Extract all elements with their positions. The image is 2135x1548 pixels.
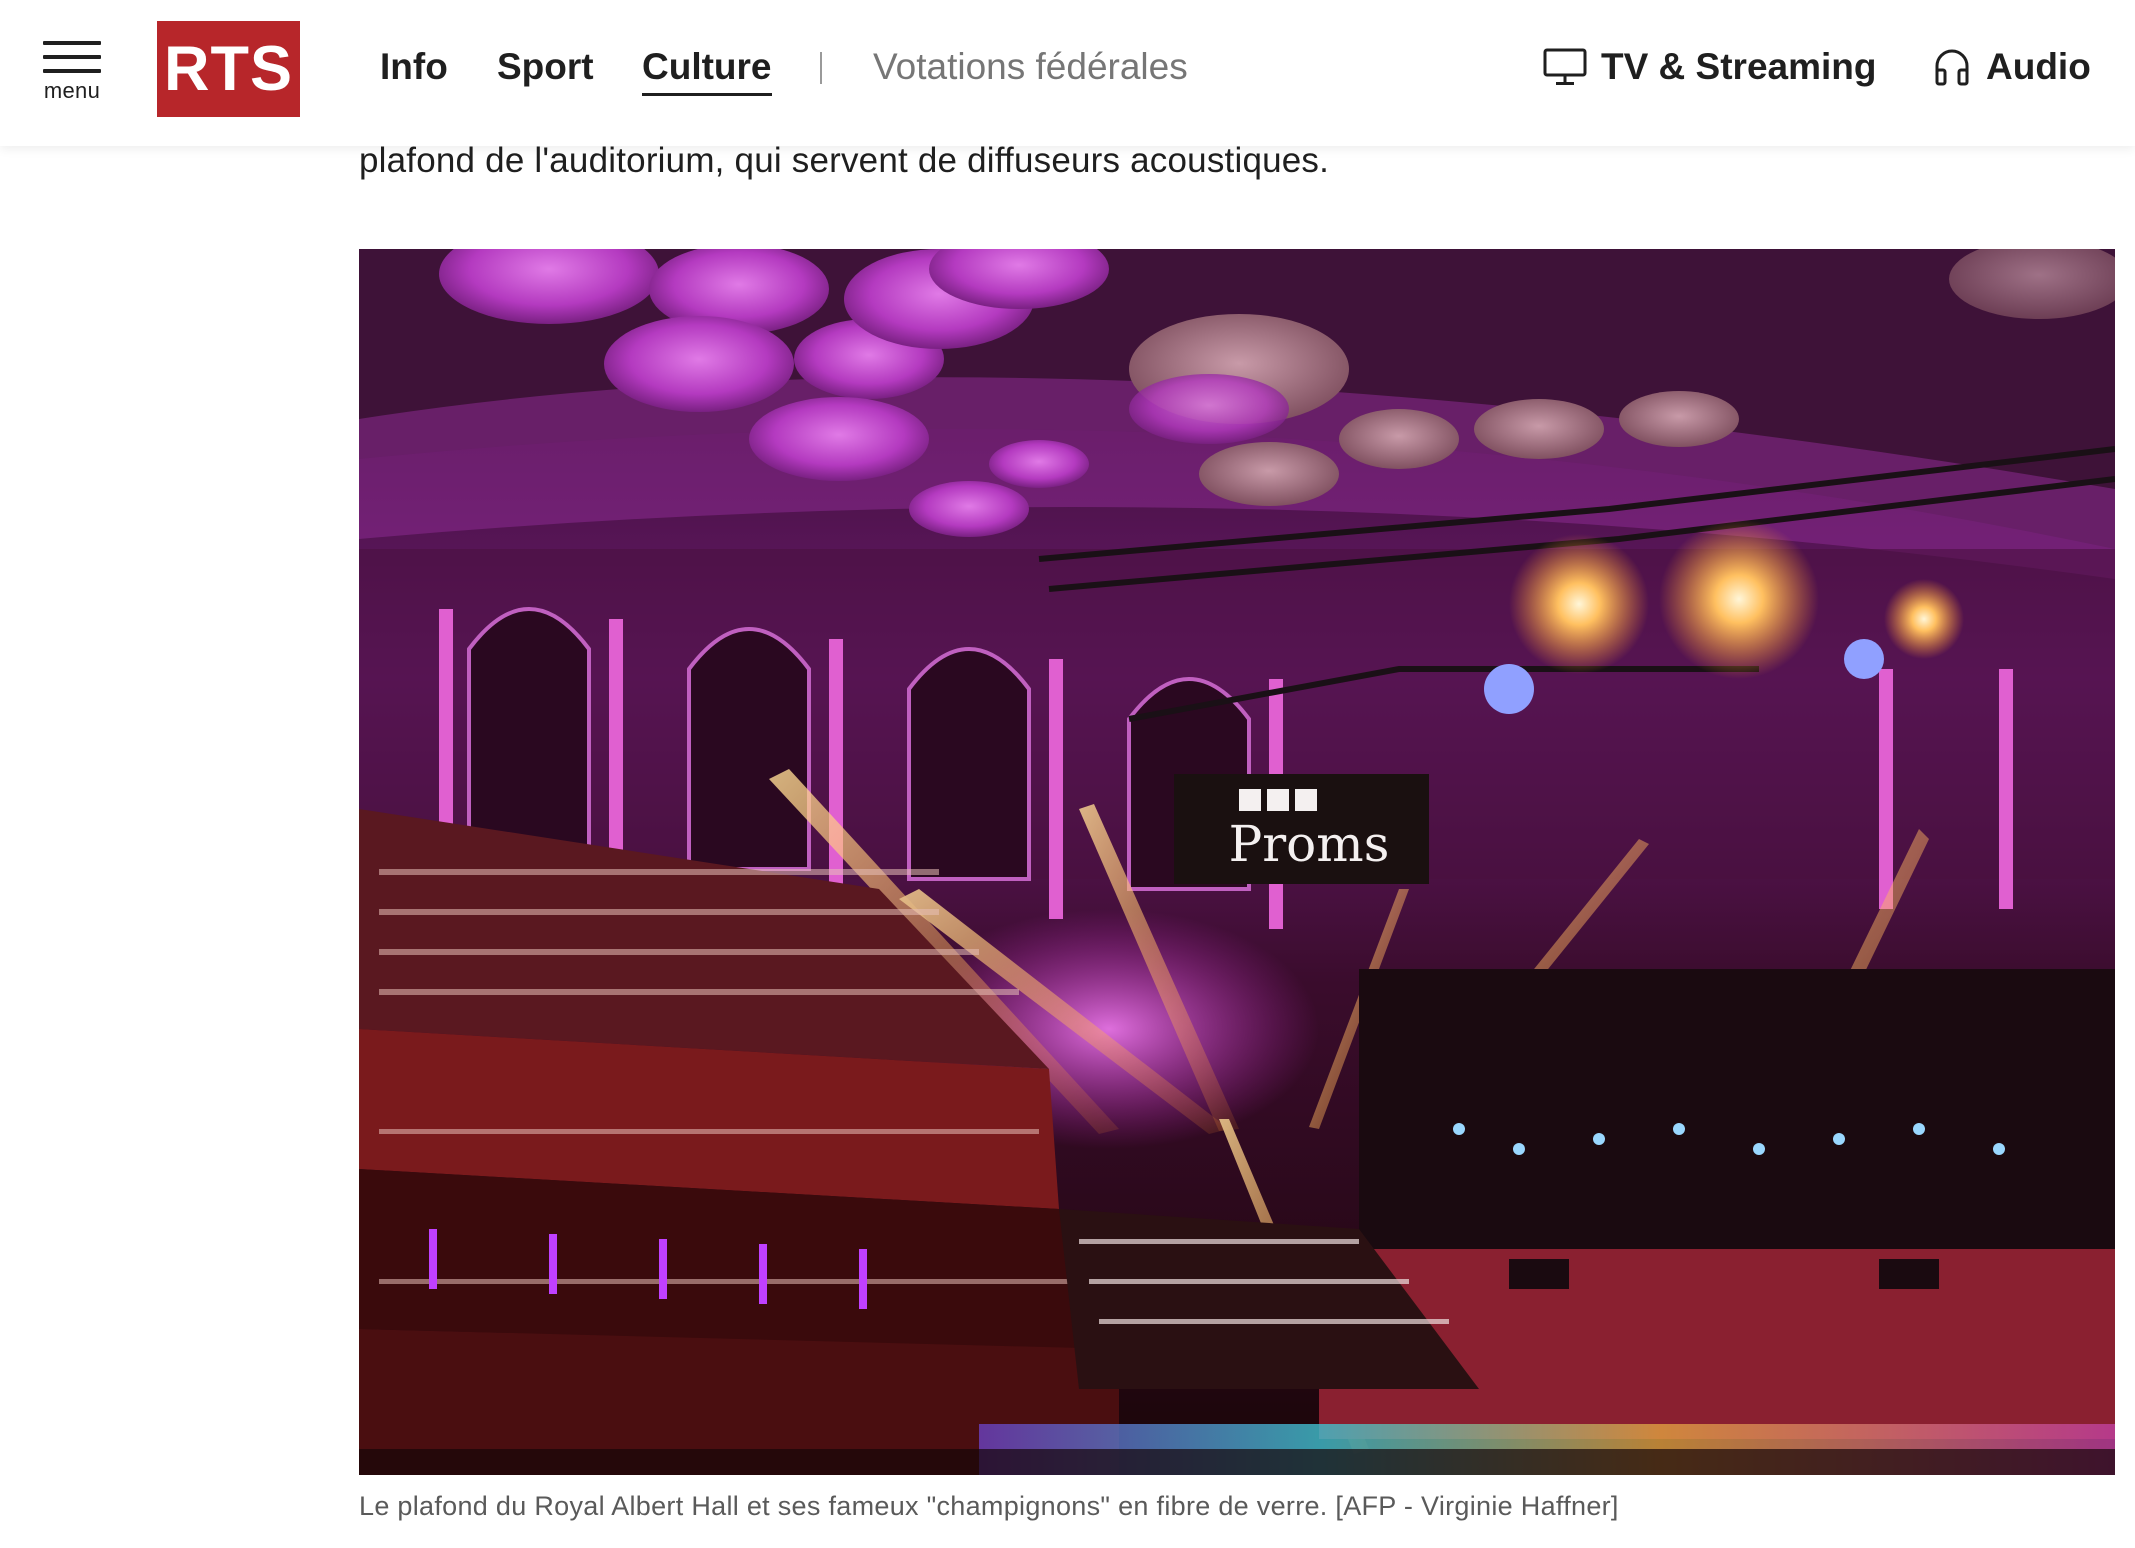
- audio-link[interactable]: Audio: [1932, 44, 2091, 90]
- tv-streaming-link[interactable]: TV & Streaming: [1543, 44, 1877, 90]
- hamburger-icon: [43, 41, 101, 45]
- rts-logo[interactable]: RTS: [157, 21, 300, 117]
- nav-votations[interactable]: Votations fédérales: [873, 44, 1188, 90]
- site-header: menu RTS Info Sport Culture Votations fé…: [0, 0, 2135, 146]
- article-photo: Proms: [359, 249, 2115, 1475]
- headphones-icon: [1935, 49, 1969, 86]
- royal-albert-hall-photo: Proms: [359, 249, 2115, 1475]
- nav-divider: [820, 52, 822, 84]
- nav-culture[interactable]: Culture: [642, 44, 772, 96]
- menu-label: menu: [43, 78, 101, 103]
- audio-label: Audio: [1986, 46, 2091, 87]
- sign-text: Proms: [1229, 815, 1390, 873]
- nav-info[interactable]: Info: [380, 44, 448, 90]
- photo-caption: Le plafond du Royal Albert Hall et ses f…: [359, 1491, 1619, 1521]
- tv-icon: [1543, 48, 1587, 85]
- nav-sport[interactable]: Sport: [497, 44, 594, 90]
- tv-streaming-label: TV & Streaming: [1601, 46, 1877, 87]
- menu-button[interactable]: menu: [40, 38, 104, 106]
